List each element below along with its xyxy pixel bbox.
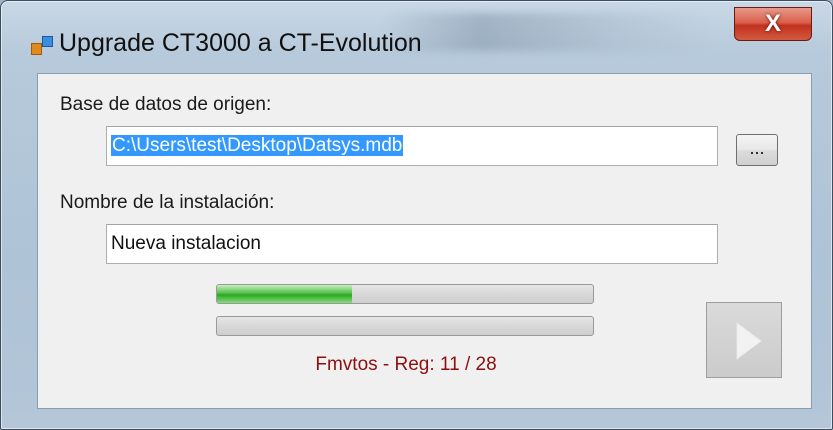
title-bar[interactable]: Upgrade CT3000 a CT-Evolution xyxy=(1,1,832,67)
secondary-progress-bar xyxy=(216,316,594,336)
primary-progress-bar xyxy=(216,284,594,304)
primary-progress-fill xyxy=(217,285,353,303)
app-window-icon xyxy=(31,36,53,55)
source-db-label: Base de datos de origen: xyxy=(60,94,272,115)
close-icon: X xyxy=(764,10,781,37)
browse-button[interactable]: ... xyxy=(736,134,778,166)
source-db-field[interactable]: C:\Users\test\Desktop\Datsys.mdb xyxy=(106,126,718,166)
source-db-value: C:\Users\test\Desktop\Datsys.mdb xyxy=(111,135,404,156)
start-button[interactable] xyxy=(706,302,782,378)
dialog-body: Base de datos de origen: C:\Users\test\D… xyxy=(37,73,812,409)
app-window: Upgrade CT3000 a CT-Evolution X Base de … xyxy=(0,0,833,430)
window-title: Upgrade CT3000 a CT-Evolution xyxy=(59,29,422,57)
progress-status-text: Fmvtos - Reg: 11 / 28 xyxy=(315,354,497,375)
play-icon xyxy=(736,322,762,360)
installation-name-value: Nueva instalacion xyxy=(111,233,261,254)
installation-name-field[interactable]: Nueva instalacion xyxy=(106,224,718,264)
close-button[interactable]: X xyxy=(734,7,812,41)
installation-name-label: Nombre de la instalación: xyxy=(60,192,275,213)
